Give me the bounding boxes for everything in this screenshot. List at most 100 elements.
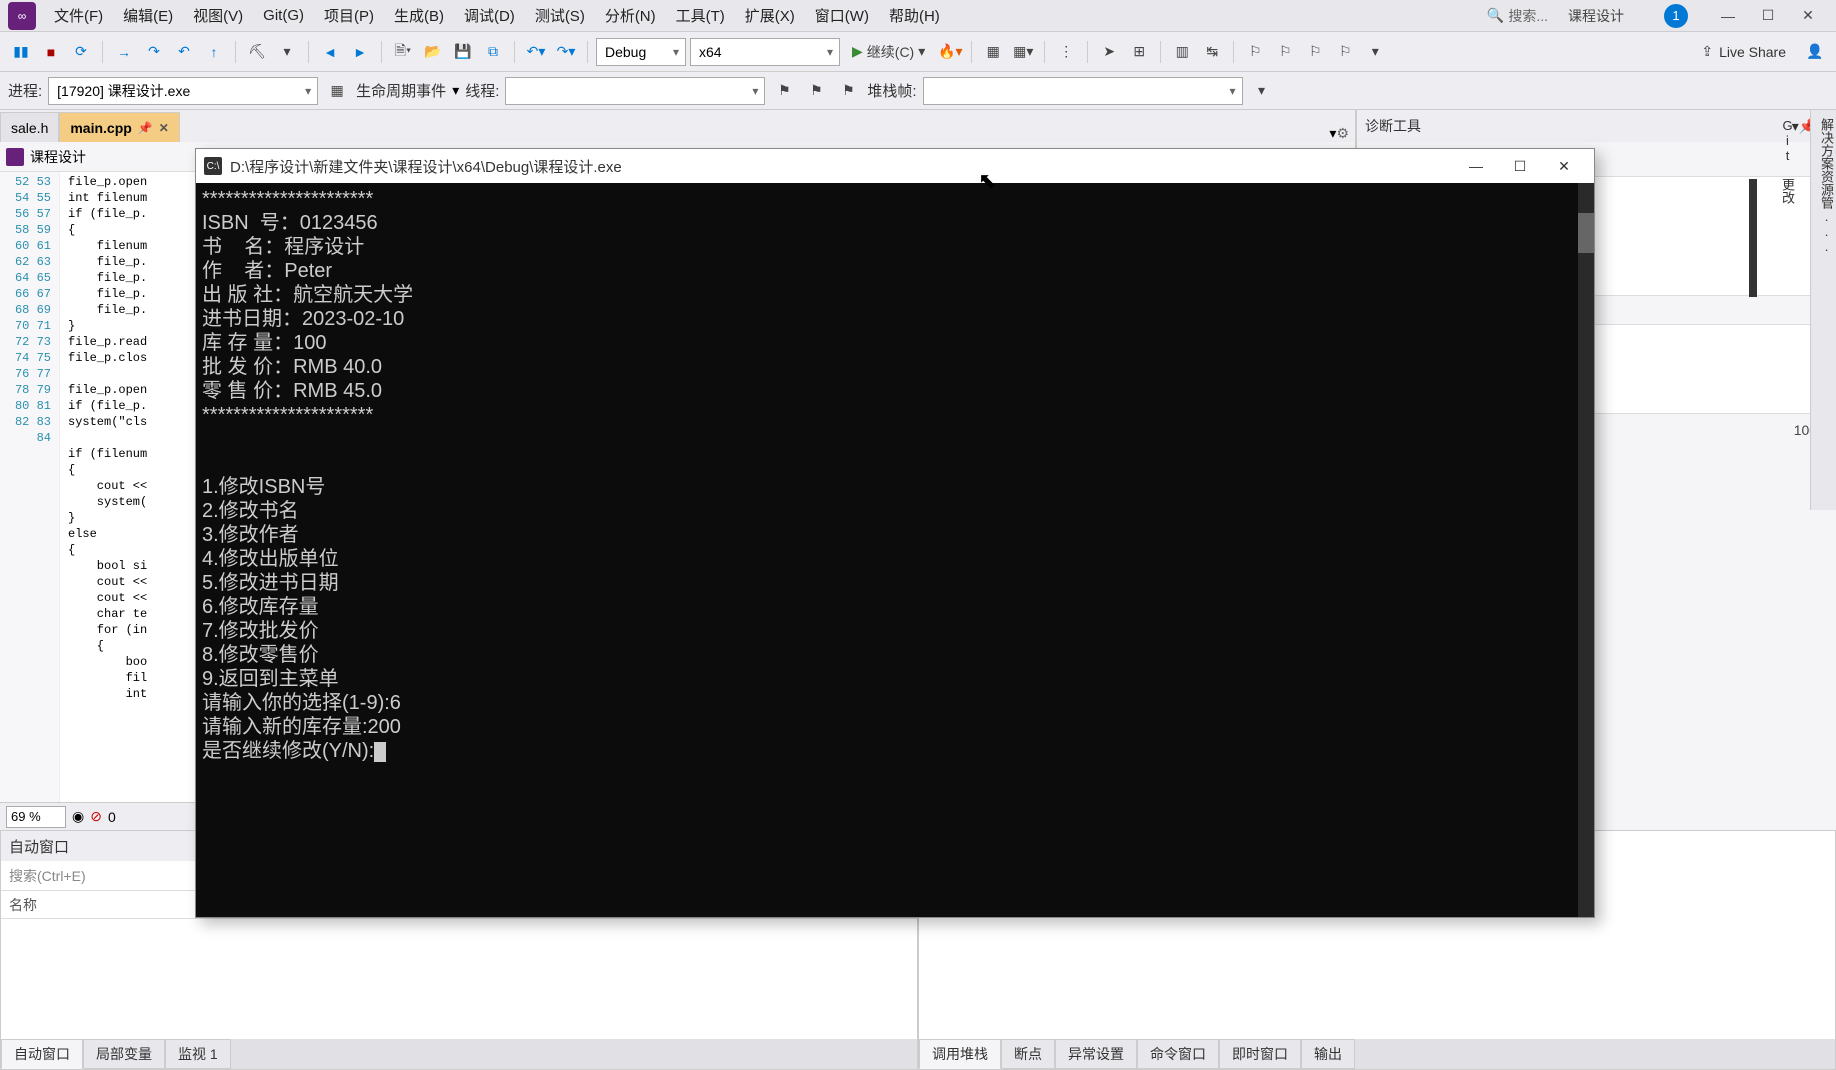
- flag-next-icon[interactable]: ⚑: [835, 78, 861, 104]
- bookmark-next-icon[interactable]: ⚐: [1302, 39, 1328, 65]
- menu-extensions[interactable]: 扩展(X): [735, 1, 805, 30]
- tab-dropdown-icon[interactable]: ▾: [1329, 125, 1336, 142]
- toolbar2-overflow-icon[interactable]: ▾: [1249, 78, 1275, 104]
- console-maximize-button[interactable]: ☐: [1498, 151, 1542, 181]
- btab-watch1[interactable]: 监视 1: [165, 1039, 231, 1069]
- console-scroll-thumb[interactable]: [1578, 213, 1594, 253]
- undo-icon[interactable]: ↶▾: [523, 39, 549, 65]
- step-up-icon[interactable]: ↑: [201, 39, 227, 65]
- console-close-button[interactable]: ✕: [1542, 151, 1586, 181]
- flag-prev-icon[interactable]: ⚑: [803, 78, 829, 104]
- auto-window-body[interactable]: [1, 919, 917, 1039]
- open-folder-icon[interactable]: 📂: [420, 39, 446, 65]
- menu-bar: ∞ 文件(F) 编辑(E) 视图(V) Git(G) 项目(P) 生成(B) 调…: [0, 0, 1836, 32]
- tb-icon-f[interactable]: ↹: [1199, 39, 1225, 65]
- step-over-icon[interactable]: ↷: [141, 39, 167, 65]
- btab-breakpoints[interactable]: 断点: [1001, 1039, 1055, 1069]
- menu-build[interactable]: 生成(B): [384, 1, 454, 30]
- config-combo[interactable]: Debug: [596, 38, 686, 66]
- search-box[interactable]: 🔍 搜索...: [1487, 6, 1548, 26]
- menu-edit[interactable]: 编辑(E): [113, 1, 183, 30]
- tb-icon-e[interactable]: ▥: [1169, 39, 1195, 65]
- menu-file[interactable]: 文件(F): [44, 1, 113, 30]
- tb-icon-d[interactable]: ⊞: [1126, 39, 1152, 65]
- close-button[interactable]: ✕: [1788, 2, 1828, 30]
- toolbar-overflow-icon[interactable]: ▾: [1362, 39, 1388, 65]
- tab-main-cpp[interactable]: main.cpp 📌 ✕: [59, 112, 179, 142]
- tb-icon-b[interactable]: ▦▾: [1010, 39, 1036, 65]
- maximize-button[interactable]: ☐: [1748, 2, 1788, 30]
- stackframe-combo[interactable]: [923, 77, 1243, 105]
- project-name[interactable]: 课程设计: [30, 147, 86, 167]
- pause-button[interactable]: ▮▮: [8, 39, 34, 65]
- hot-reload-icon[interactable]: 🔥▾: [937, 39, 963, 65]
- bookmark-icon[interactable]: ⚐: [1242, 39, 1268, 65]
- col-name-header[interactable]: 名称: [9, 895, 37, 915]
- minimize-button[interactable]: —: [1708, 2, 1748, 30]
- issues-icon[interactable]: ◉: [72, 808, 84, 825]
- btab-locals[interactable]: 局部变量: [83, 1039, 165, 1069]
- play-icon: ▶: [852, 43, 863, 60]
- tab-sale-h[interactable]: sale.h: [0, 112, 59, 142]
- menu-debug[interactable]: 调试(D): [454, 1, 525, 30]
- git-changes-tab[interactable]: Git 更改: [1778, 118, 1797, 502]
- notifications-badge[interactable]: 1: [1664, 4, 1688, 28]
- pin-icon[interactable]: 📌: [138, 121, 153, 135]
- save-icon[interactable]: 💾: [450, 39, 476, 65]
- menu-view[interactable]: 视图(V): [183, 1, 253, 30]
- btab-immediate[interactable]: 即时窗口: [1219, 1039, 1301, 1069]
- btab-exceptions[interactable]: 异常设置: [1055, 1039, 1137, 1069]
- gear-icon[interactable]: ⚙: [1336, 125, 1349, 142]
- step-out-icon[interactable]: ↶: [171, 39, 197, 65]
- menu-help[interactable]: 帮助(H): [879, 1, 950, 30]
- flag-icon[interactable]: ⚑: [771, 78, 797, 104]
- tb-icon-a[interactable]: ▦: [980, 39, 1006, 65]
- close-tab-icon[interactable]: ✕: [159, 121, 169, 135]
- cursor-icon[interactable]: ➤: [1096, 39, 1122, 65]
- error-icon[interactable]: ⊘: [90, 808, 102, 825]
- menu-window[interactable]: 窗口(W): [805, 1, 879, 30]
- save-all-icon[interactable]: ⧉: [480, 39, 506, 65]
- nav-icon[interactable]: ⛏: [244, 39, 270, 65]
- bookmark-prev-icon[interactable]: ⚐: [1272, 39, 1298, 65]
- search-placeholder: 搜索...: [1508, 6, 1548, 26]
- continue-button[interactable]: ▶继续(C)▾: [844, 38, 933, 66]
- chevron-down-icon[interactable]: ▾: [274, 39, 300, 65]
- console-window[interactable]: C:\ D:\程序设计\新建文件夹\课程设计\x64\Debug\课程设计.ex…: [195, 148, 1595, 918]
- restart-button[interactable]: ⟳: [68, 39, 94, 65]
- btab-command[interactable]: 命令窗口: [1137, 1039, 1219, 1069]
- live-share-button[interactable]: ⇪ Live Share: [1701, 43, 1786, 60]
- project-icon: [6, 148, 24, 166]
- menu-tools[interactable]: 工具(T): [666, 1, 735, 30]
- btab-auto[interactable]: 自动窗口: [1, 1039, 83, 1069]
- console-minimize-button[interactable]: —: [1454, 151, 1498, 181]
- menu-git[interactable]: Git(G): [253, 3, 314, 28]
- bookmark-clear-icon[interactable]: ⚐: [1332, 39, 1358, 65]
- zoom-combo[interactable]: [6, 806, 66, 828]
- platform-combo[interactable]: x64: [690, 38, 840, 66]
- menu-test[interactable]: 测试(S): [525, 1, 595, 30]
- stop-button[interactable]: ■: [38, 39, 64, 65]
- lifecycle-icon[interactable]: ▦: [324, 78, 350, 104]
- console-output[interactable]: ********************** ISBN 号：0123456 书 …: [196, 183, 1594, 917]
- process-combo[interactable]: [17920] 课程设计.exe: [48, 77, 318, 105]
- console-scrollbar[interactable]: [1578, 183, 1594, 917]
- nav-back-icon[interactable]: ◄: [317, 39, 343, 65]
- menu-project[interactable]: 项目(P): [314, 1, 384, 30]
- nav-fwd-icon[interactable]: ►: [347, 39, 373, 65]
- menu-analyze[interactable]: 分析(N): [595, 1, 666, 30]
- console-titlebar[interactable]: C:\ D:\程序设计\新建文件夹\课程设计\x64\Debug\课程设计.ex…: [196, 149, 1594, 183]
- new-file-icon[interactable]: 🗎▾: [390, 39, 416, 65]
- redo-icon[interactable]: ↷▾: [553, 39, 579, 65]
- thread-combo[interactable]: [505, 77, 765, 105]
- step-into-icon[interactable]: →: [111, 39, 137, 65]
- btab-callstack[interactable]: 调用堆栈: [919, 1039, 1001, 1069]
- btab-output[interactable]: 输出: [1301, 1039, 1355, 1069]
- tab-label: main.cpp: [70, 120, 131, 136]
- error-count: 0: [108, 809, 116, 825]
- tb-icon-c[interactable]: ⋮: [1053, 39, 1079, 65]
- solution-explorer-tab[interactable]: 解决方案资源管...: [1817, 118, 1836, 502]
- console-icon: C:\: [204, 157, 222, 175]
- solution-title: 课程设计: [1568, 6, 1624, 26]
- account-icon[interactable]: 👤: [1802, 39, 1828, 65]
